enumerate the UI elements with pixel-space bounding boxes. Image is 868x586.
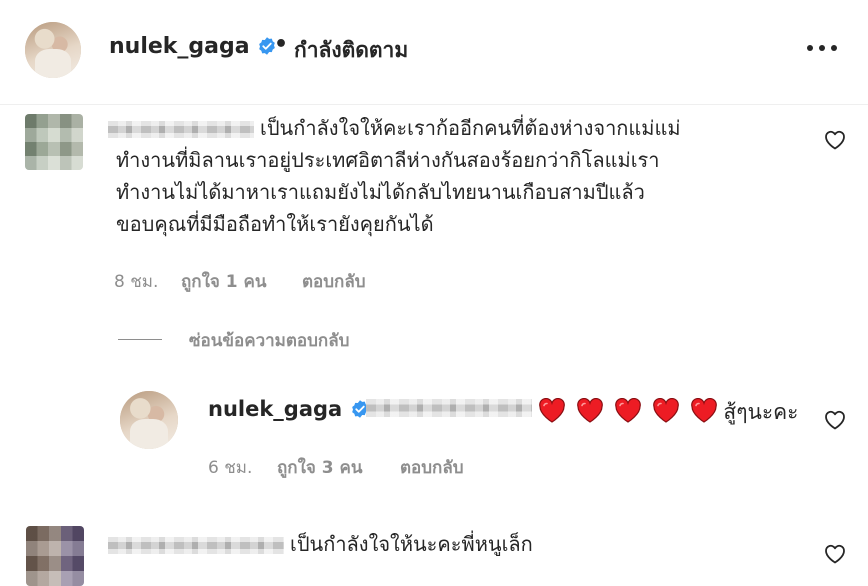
comment-time: 8 ชม. — [114, 272, 159, 292]
reply-text: สู้ๆนะคะ — [723, 400, 799, 424]
red-heart-emoji-icon — [539, 398, 565, 423]
reply-avatar[interactable] — [120, 391, 178, 449]
mentioned-username-blurred[interactable] — [366, 399, 532, 417]
header-username-row: nulek_gaga — [109, 34, 277, 59]
like-heart-icon[interactable] — [823, 128, 847, 150]
red-heart-emoji-icon — [653, 398, 680, 423]
commenter-username-blurred[interactable] — [108, 121, 254, 138]
like-heart-icon[interactable] — [823, 408, 847, 430]
reply-text-row: สู้ๆนะคะ — [538, 396, 798, 429]
hide-replies-line — [118, 339, 162, 340]
red-heart-emoji-icon — [615, 398, 642, 423]
comment-text-line-4: ขอบคุณที่มีมือถือทำให้เรายังคุยกันได้ — [116, 212, 434, 236]
reply-reply-button[interactable]: ตอบกลับ — [400, 454, 464, 481]
comment-text-line-3: ทำงานไม่ได้มาหาเราแถมยังไม่ได้กลับไทยนาน… — [116, 180, 645, 204]
hide-replies-button[interactable]: ซ่อนข้อความตอบกลับ — [189, 327, 349, 354]
red-heart-emoji-icon — [577, 398, 603, 423]
header-username[interactable]: nulek_gaga — [109, 34, 250, 59]
comment-reply-button[interactable]: ตอบกลับ — [302, 268, 366, 295]
reply-likes[interactable]: ถูกใจ 3 คน — [277, 454, 363, 481]
red-heart-emoji-icon — [691, 398, 718, 423]
like-heart-icon[interactable] — [823, 542, 847, 564]
commenter-avatar[interactable] — [25, 114, 83, 170]
comment-text-line-1: เป็นกำลังใจให้คะเราก้ออีกคนที่ต้องห่างจา… — [260, 116, 681, 140]
reply-username[interactable]: nulek_gaga — [208, 397, 342, 421]
comment-text: เป็นกำลังใจให้นะคะพี่หนูเล็ก — [290, 532, 533, 556]
comment-text-line-2: ทำงานที่มิลานเราอยู่ประเทศอิตาลีห่างกันส… — [116, 148, 660, 172]
commenter-avatar[interactable] — [26, 526, 84, 586]
header-separator: • — [274, 32, 289, 57]
more-horizontal-icon[interactable] — [805, 36, 839, 60]
commenter-username-blurred[interactable] — [108, 537, 284, 554]
following-button[interactable]: กำลังติดตาม — [294, 34, 408, 67]
post-header: nulek_gaga • กำลังติดตาม — [0, 0, 868, 105]
reply-username-row: nulek_gaga — [208, 397, 370, 421]
comment-likes[interactable]: ถูกใจ 1 คน — [181, 268, 267, 295]
profile-avatar[interactable] — [25, 22, 81, 78]
reply-time: 6 ชม. — [208, 458, 253, 478]
